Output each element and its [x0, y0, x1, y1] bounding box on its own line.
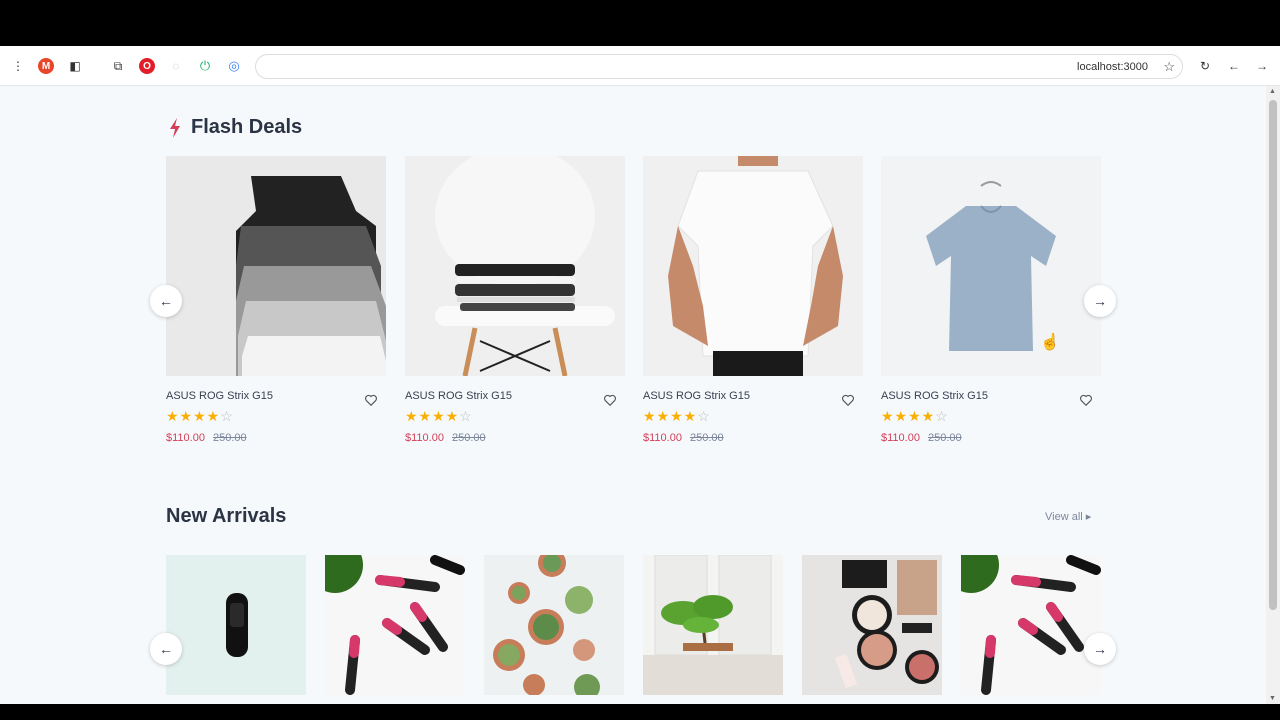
product-old-price: 250.00 — [213, 432, 247, 444]
page-scrollbar[interactable]: ▲ ▼ — [1266, 86, 1280, 704]
arrow-left-icon: ← — [159, 641, 173, 657]
product-old-price: 250.00 — [928, 432, 962, 444]
scroll-down-icon[interactable]: ▼ — [1269, 695, 1276, 702]
flash-deals-next-button[interactable]: → — [1084, 285, 1116, 317]
url-text: localhost:3000 — [1077, 61, 1148, 73]
arrow-right-icon: → — [1093, 293, 1107, 309]
new-arrival-item[interactable] — [643, 555, 783, 695]
bookmark-star-icon[interactable]: ☆ — [1163, 59, 1175, 75]
arrow-left-icon: ← — [159, 293, 173, 309]
product-image-blue-tshirt[interactable] — [881, 156, 1101, 376]
heart-icon[interactable] — [603, 393, 617, 407]
arrow-right-icon: → — [1093, 641, 1107, 657]
product-image-folded-clothes[interactable] — [405, 156, 625, 376]
new-arrivals-prev-button[interactable]: ← — [150, 633, 182, 665]
view-all-label: View all — [1045, 511, 1083, 523]
back-icon[interactable]: ← — [1226, 58, 1242, 74]
window-bottom-bar — [0, 704, 1280, 720]
circle-extension-icon[interactable]: ◎ — [226, 58, 242, 74]
heart-icon[interactable] — [1079, 393, 1093, 407]
rating-stars: ★★★★☆ — [643, 408, 711, 424]
sidebar-icon[interactable]: ◧ — [67, 58, 83, 74]
flash-deals-title: Flash Deals — [191, 116, 303, 138]
product-image-white-tshirt[interactable] — [643, 156, 863, 376]
rating-stars: ★★★★☆ — [166, 408, 234, 424]
extension-m-icon[interactable]: M — [38, 58, 54, 74]
new-arrival-item[interactable] — [325, 555, 465, 695]
reload-icon[interactable]: ↻ — [1197, 58, 1213, 74]
product-card[interactable]: ASUS ROG Strix G15 ★★★★☆ $110.00 250.00 — [643, 156, 863, 444]
page-content: Flash Deals ASUS ROG Strix G15 ★★★★☆ $11… — [0, 86, 1266, 704]
product-name[interactable]: ASUS ROG Strix G15 — [405, 390, 512, 402]
heart-icon[interactable] — [364, 393, 378, 407]
opera-icon[interactable]: O — [139, 58, 155, 74]
heart-icon[interactable] — [841, 393, 855, 407]
address-bar[interactable]: localhost:3000 ☆ — [255, 54, 1183, 79]
product-name[interactable]: ASUS ROG Strix G15 — [166, 390, 273, 402]
puzzle-icon[interactable]: ⧉ — [110, 58, 126, 74]
product-name[interactable]: ASUS ROG Strix G15 — [881, 390, 988, 402]
product-image-camisoles[interactable] — [166, 156, 386, 376]
product-old-price: 250.00 — [690, 432, 724, 444]
menu-dots-icon[interactable]: ⋮ — [10, 58, 26, 74]
rating-stars: ★★★★☆ — [405, 408, 473, 424]
product-price: $110.00 — [643, 432, 682, 444]
caret-right-icon: ▸ — [1085, 511, 1092, 523]
new-arrival-item[interactable] — [166, 555, 306, 695]
product-price: $110.00 — [405, 432, 444, 444]
view-all-link[interactable]: View all ▸ — [1045, 510, 1091, 523]
new-arrival-item[interactable] — [484, 555, 624, 695]
product-price: $110.00 — [166, 432, 205, 444]
rating-stars: ★★★★☆ — [881, 408, 949, 424]
product-card[interactable]: ASUS ROG Strix G15 ★★★★☆ $110.00 250.00 — [881, 156, 1101, 444]
window-top-bar — [0, 0, 1280, 46]
hand-cursor-icon: ☝ — [1040, 334, 1060, 351]
power-icon[interactable]: ⏻ — [197, 58, 213, 74]
new-arrival-item[interactable] — [961, 555, 1101, 695]
new-arrivals-next-button[interactable]: → — [1084, 633, 1116, 665]
new-arrival-item[interactable] — [802, 555, 942, 695]
product-card[interactable]: ASUS ROG Strix G15 ★★★★☆ $110.00 250.00 — [405, 156, 625, 444]
lightning-bolt-icon — [170, 118, 180, 138]
flash-deals-prev-button[interactable]: ← — [150, 285, 182, 317]
product-card[interactable]: ASUS ROG Strix G15 ★★★★☆ $110.00 250.00 — [166, 156, 386, 444]
extension-grey-icon[interactable]: ◌ — [168, 58, 184, 74]
forward-icon[interactable]: → — [1254, 58, 1270, 74]
new-arrivals-title: New Arrivals — [166, 505, 287, 527]
product-price: $110.00 — [881, 432, 920, 444]
scroll-up-icon[interactable]: ▲ — [1269, 88, 1276, 95]
product-old-price: 250.00 — [452, 432, 486, 444]
scrollbar-thumb[interactable] — [1269, 100, 1277, 610]
product-name[interactable]: ASUS ROG Strix G15 — [643, 390, 750, 402]
